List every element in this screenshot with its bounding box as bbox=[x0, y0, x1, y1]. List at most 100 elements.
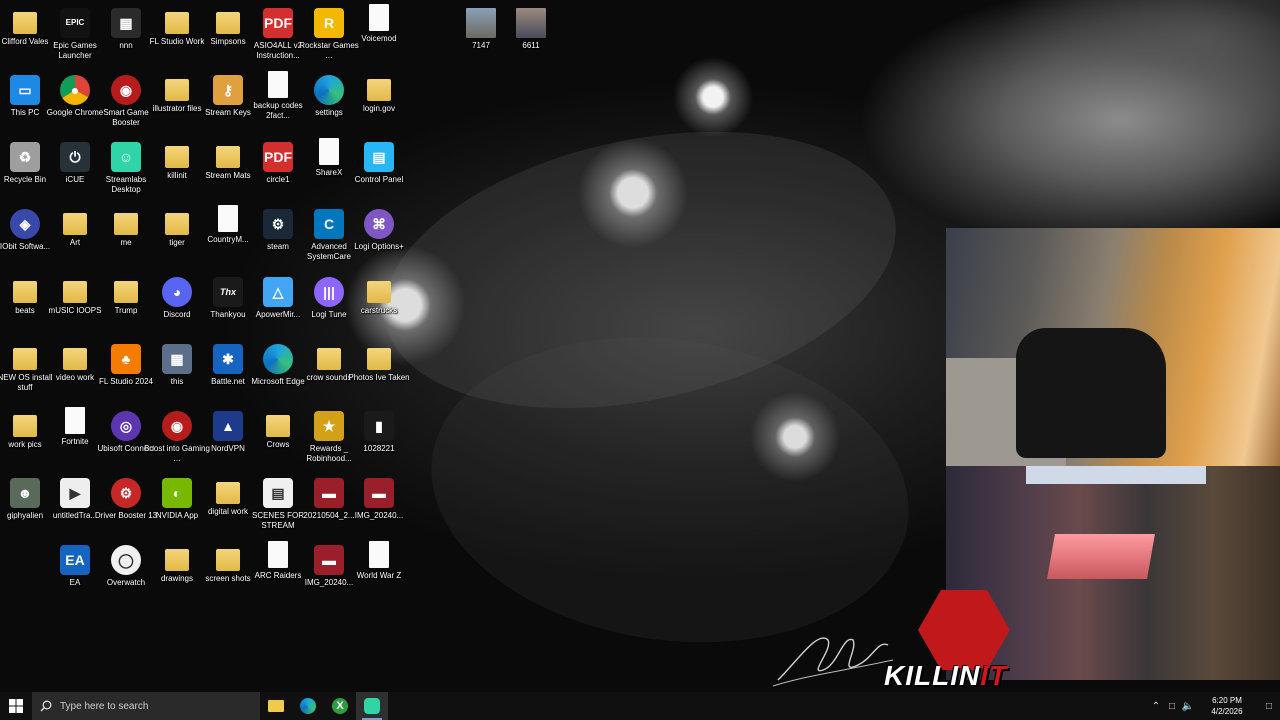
folder-icon bbox=[13, 415, 37, 437]
desktop-icon-label: IMG_20240... bbox=[354, 511, 404, 520]
ea-icon: EA bbox=[60, 545, 90, 575]
chevron-up-icon[interactable]: ⌃ bbox=[1148, 692, 1164, 720]
signature-graphic bbox=[772, 637, 894, 687]
folder-icon bbox=[165, 12, 189, 34]
fl-studio-icon: ♣ bbox=[111, 344, 141, 374]
folder-icon bbox=[367, 348, 391, 370]
battlenet-icon: ✱ bbox=[213, 344, 243, 374]
streamlabs-icon bbox=[364, 698, 380, 714]
taskbar: Type here to search X ⌃ □ 🔈 6:20 PM 4/2/… bbox=[0, 692, 1280, 720]
folder-icon bbox=[367, 281, 391, 303]
desktop-icon-label: World War Z bbox=[356, 571, 402, 580]
desktop-icon-label: Control Panel bbox=[354, 175, 404, 184]
killinit-logo: KILLINIT bbox=[880, 590, 1040, 691]
edge-icon bbox=[314, 75, 344, 105]
desktop-icon[interactable]: 6611 bbox=[498, 4, 564, 71]
folder-icon bbox=[317, 348, 341, 370]
epic-games-icon: EPIC bbox=[60, 8, 90, 38]
photo-icon bbox=[466, 8, 496, 38]
folder-icon bbox=[13, 12, 37, 34]
edge-icon bbox=[300, 698, 316, 714]
desktop-icon[interactable]: carstrucks bbox=[346, 273, 412, 340]
streamlabs-icon: ☺ bbox=[111, 142, 141, 172]
clock[interactable]: 6:20 PM 4/2/2026 bbox=[1196, 695, 1258, 717]
video-file-icon: ▶ bbox=[60, 478, 90, 508]
webcam-monitor bbox=[1026, 466, 1206, 484]
notification-icon[interactable]: □ bbox=[1258, 692, 1280, 720]
folder-icon bbox=[165, 146, 189, 168]
app-icon: ▦ bbox=[111, 8, 141, 38]
desktop-icon[interactable]: ▮ 1028221 bbox=[346, 407, 412, 474]
rockstar-icon: R bbox=[314, 8, 344, 38]
document-icon bbox=[369, 4, 389, 31]
logo-text: KILLINIT bbox=[884, 660, 1008, 691]
folder-icon bbox=[13, 281, 37, 303]
folder-icon bbox=[114, 281, 138, 303]
desktop-icon-label: Photos Ive Taken bbox=[348, 373, 410, 382]
folder-icon bbox=[367, 79, 391, 101]
steam-icon: ⚙ bbox=[263, 209, 293, 239]
nvidia-icon: ◐ bbox=[162, 478, 192, 508]
nordvpn-icon: ▲ bbox=[213, 411, 243, 441]
iobit-icon: ◈ bbox=[10, 209, 40, 239]
folder-icon bbox=[114, 213, 138, 235]
photo-icon: ▬ bbox=[314, 545, 344, 575]
document-icon bbox=[369, 541, 389, 568]
taskbar-file-explorer[interactable] bbox=[260, 692, 292, 720]
desktop-icon[interactable]: World War Z bbox=[346, 541, 412, 608]
start-button[interactable] bbox=[0, 692, 32, 720]
document-icon bbox=[218, 205, 238, 232]
photo-icon: ▬ bbox=[364, 478, 394, 508]
key-icon: ⚷ bbox=[213, 75, 243, 105]
pdf-icon: PDF bbox=[263, 8, 293, 38]
folder-icon bbox=[266, 415, 290, 437]
chrome-icon: ● bbox=[60, 75, 90, 105]
taskbar-streamlabs[interactable] bbox=[356, 692, 388, 720]
logi-tune-icon: ||| bbox=[314, 277, 344, 307]
folder-icon bbox=[165, 549, 189, 571]
desktop-icon[interactable]: login.gov bbox=[346, 71, 412, 138]
folder-icon bbox=[165, 213, 189, 235]
desktop-icon[interactable]: ▬ IMG_20240... bbox=[346, 474, 412, 541]
folder-icon bbox=[216, 146, 240, 168]
folder-icon bbox=[216, 549, 240, 571]
desktop-icon[interactable]: Voicemod bbox=[346, 4, 412, 71]
apowermirror-icon: △ bbox=[263, 277, 293, 307]
ubisoft-icon: ◎ bbox=[111, 411, 141, 441]
recycle-bin-icon: ♻ bbox=[10, 142, 40, 172]
document-icon bbox=[268, 71, 288, 98]
taskbar-search-box[interactable]: Type here to search bbox=[32, 692, 260, 720]
booster-icon: ◉ bbox=[111, 75, 141, 105]
network-icon[interactable]: □ bbox=[1164, 692, 1180, 720]
desktop-icon[interactable]: ⌘ Logi Options+ bbox=[346, 205, 412, 272]
alien-icon: ☻ bbox=[10, 478, 40, 508]
image-icon: ▦ bbox=[162, 344, 192, 374]
taskbar-xbox[interactable]: X bbox=[324, 692, 356, 720]
system-tray: ⌃ □ 🔈 6:20 PM 4/2/2026 □ bbox=[1148, 692, 1280, 720]
discord-icon: ◕ bbox=[162, 277, 192, 307]
speaker-icon[interactable]: 🔈 bbox=[1180, 692, 1196, 720]
logi-options-icon: ⌘ bbox=[364, 209, 394, 239]
taskbar-edge[interactable] bbox=[292, 692, 324, 720]
overwatch-icon: ◯ bbox=[111, 545, 141, 575]
booster-icon: ◉ bbox=[162, 411, 192, 441]
folder-icon bbox=[63, 213, 87, 235]
folder-icon bbox=[13, 348, 37, 370]
scenes-image-icon: ▤ bbox=[263, 478, 293, 508]
document-icon bbox=[319, 138, 339, 165]
desktop-icon-label: 6611 bbox=[522, 41, 540, 50]
desktop-icon[interactable]: Photos Ive Taken bbox=[346, 340, 412, 407]
webcam-room-view bbox=[946, 228, 1280, 466]
xbox-icon: X bbox=[332, 698, 348, 714]
driver-booster-icon: ⚙ bbox=[111, 478, 141, 508]
document-icon bbox=[268, 541, 288, 568]
star-icon: ★ bbox=[314, 411, 344, 441]
search-placeholder: Type here to search bbox=[60, 700, 149, 712]
desktop-icon-label: Voicemod bbox=[361, 34, 397, 43]
search-icon bbox=[40, 700, 52, 712]
document-icon bbox=[65, 407, 85, 434]
folder-icon bbox=[63, 348, 87, 370]
icue-icon: ⏻ bbox=[60, 142, 90, 172]
desktop-icon[interactable]: ▤ Control Panel bbox=[346, 138, 412, 205]
control-panel-icon: ▤ bbox=[364, 142, 394, 172]
